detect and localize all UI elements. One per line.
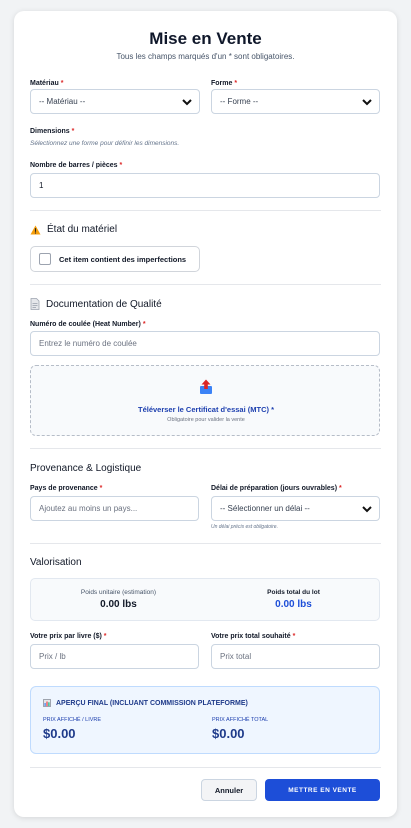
preview-title-text: APERÇU FINAL (INCLUANT COMMISSION PLATEF… [56, 699, 248, 707]
displayed-price-per-lb-value: $0.00 [43, 726, 76, 741]
quality-section-title: Documentation de Qualité [30, 298, 162, 310]
imperfections-checkbox-row[interactable]: Cet item contient des imperfections [30, 246, 200, 272]
shape-select-value: -- Forme -- [220, 97, 259, 106]
total-price-label: Votre prix total souhaité * [211, 633, 296, 640]
chevron-down-icon [182, 98, 192, 105]
unit-weight-value: 0.00 lbs [100, 599, 137, 610]
warning-icon [30, 224, 41, 235]
section-divider [30, 448, 381, 449]
dimensions-label: Dimensions * [30, 128, 75, 135]
lead-time-select[interactable]: -- Sélectionner un délai -- [211, 496, 380, 521]
cancel-button[interactable]: Annuler [201, 779, 257, 801]
country-label: Pays de provenance * [30, 485, 103, 492]
quality-title-text: Documentation de Qualité [46, 298, 162, 310]
displayed-total-price-value: $0.00 [212, 726, 245, 741]
mtc-upload-hint: Obligatoire pour valider la vente [167, 417, 245, 423]
mtc-upload-dropzone[interactable]: Téléverser le Certificat d'essai (MTC) *… [30, 365, 380, 436]
total-weight-label: Poids total du lot [267, 589, 320, 596]
weights-summary: Poids unitaire (estimation) 0.00 lbs Poi… [30, 578, 380, 621]
section-divider [30, 543, 381, 544]
final-preview-panel: APERÇU FINAL (INCLUANT COMMISSION PLATEF… [30, 686, 380, 754]
required-fields-note: Tous les champs marqués d'un * sont obli… [116, 52, 295, 61]
total-price-input[interactable]: Prix total [211, 644, 380, 669]
total-weight-value: 0.00 lbs [275, 599, 312, 610]
lead-time-hint: Un délai précis est obligatoire. [211, 524, 278, 530]
shape-select[interactable]: -- Forme -- [211, 89, 380, 114]
lead-time-label: Délai de préparation (jours ouvrables) * [211, 485, 342, 492]
unit-weight: Poids unitaire (estimation) 0.00 lbs [31, 579, 206, 622]
logistics-section-title: Provenance & Logistique [30, 463, 142, 474]
shape-label: Forme * [211, 80, 238, 87]
chevron-down-icon [362, 505, 372, 512]
price-per-lb-label: Votre prix par livre ($) * [30, 633, 107, 640]
dimensions-hint: Sélectionnez une forme pour définir les … [30, 140, 180, 147]
bars-label: Nombre de barres / pièces * [30, 162, 123, 169]
imperfections-checkbox-label: Cet item contient des imperfections [59, 254, 187, 264]
upload-icon [200, 379, 212, 394]
condition-section-title: État du matériel [30, 224, 117, 235]
section-divider [30, 284, 381, 285]
chevron-down-icon [362, 98, 372, 105]
displayed-price-per-lb-label: PRIX AFFICHÉ / LIVRE [43, 717, 102, 723]
material-select-value: -- Matériau -- [39, 97, 86, 106]
section-divider [30, 210, 381, 211]
condition-title-text: État du matériel [47, 224, 118, 235]
page-title: Mise en Vente [149, 29, 262, 48]
bars-input[interactable]: 1 [30, 173, 380, 198]
lead-time-select-value: -- Sélectionner un délai -- [220, 504, 310, 513]
document-icon [30, 298, 40, 310]
chart-icon [43, 699, 51, 707]
total-weight: Poids total du lot 0.00 lbs [206, 579, 381, 622]
material-label: Matériau * [30, 80, 64, 87]
heat-number-input[interactable]: Entrez le numéro de coulée [30, 331, 380, 356]
displayed-total-price-label: PRIX AFFICHÉ TOTAL [212, 717, 269, 723]
price-per-lb-input[interactable]: Prix / lb [30, 644, 199, 669]
country-input[interactable]: Ajoutez au moins un pays... [30, 496, 199, 521]
unit-weight-label: Poids unitaire (estimation) [80, 589, 157, 596]
list-for-sale-button[interactable]: METTRE EN VENTE [265, 779, 380, 801]
section-divider [30, 767, 381, 768]
valuation-section-title: Valorisation [30, 557, 82, 568]
heat-number-label: Numéro de coulée (Heat Number) * [30, 321, 146, 328]
listing-form-card: Mise en Vente Tous les champs marqués d'… [14, 11, 397, 817]
imperfections-checkbox[interactable] [39, 253, 51, 265]
material-select[interactable]: -- Matériau -- [30, 89, 200, 114]
mtc-upload-label: Téléverser le Certificat d'essai (MTC) * [137, 405, 274, 414]
preview-title: APERÇU FINAL (INCLUANT COMMISSION PLATEF… [43, 699, 248, 707]
